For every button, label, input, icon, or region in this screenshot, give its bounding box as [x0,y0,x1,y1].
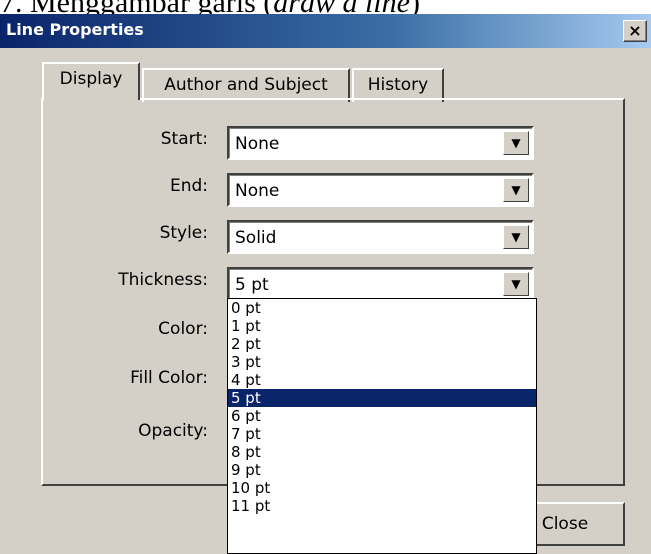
list-item[interactable]: 8 pt [228,443,536,461]
color-label: Color: [158,319,208,339]
start-select[interactable]: None ▼ [227,126,534,160]
tab-author-and-subject[interactable]: Author and Subject [142,68,350,102]
chevron-down-icon[interactable]: ▼ [503,131,529,155]
list-item-selected[interactable]: 5 pt [228,389,536,407]
thickness-select-value: 5 pt [235,275,269,295]
end-select[interactable]: None ▼ [227,173,534,207]
thickness-dropdown-list[interactable]: 0 pt 1 pt 2 pt 3 pt 4 pt 5 pt 6 pt 7 pt … [227,298,537,554]
style-select-value: Solid [235,228,277,248]
start-label: Start: [160,129,208,149]
list-item[interactable]: 4 pt [228,371,536,389]
end-label: End: [169,176,208,196]
tab-display[interactable]: Display [42,62,140,100]
chevron-down-icon[interactable]: ▼ [503,272,529,296]
thickness-select[interactable]: 5 pt ▼ [227,267,534,301]
list-item[interactable]: 11 pt [228,497,536,515]
start-select-value: None [235,134,280,154]
close-icon[interactable]: × [623,20,647,42]
tab-history[interactable]: History [352,68,444,102]
list-item[interactable]: 1 pt [228,317,536,335]
list-item[interactable]: 9 pt [228,461,536,479]
thickness-label: Thickness: [118,270,208,290]
end-select-value: None [235,181,280,201]
opacity-label: Opacity: [138,421,208,441]
list-item[interactable]: 6 pt [228,407,536,425]
style-label: Style: [159,223,208,243]
fill-color-label: Fill Color: [130,368,208,388]
chevron-down-icon[interactable]: ▼ [503,225,529,249]
chevron-down-icon[interactable]: ▼ [503,178,529,202]
list-item[interactable]: 3 pt [228,353,536,371]
list-item[interactable]: 7 pt [228,425,536,443]
title-bar[interactable]: Line Properties × [0,14,651,48]
style-select[interactable]: Solid ▼ [227,220,534,254]
list-item[interactable]: 0 pt [228,299,536,317]
list-item[interactable]: 2 pt [228,335,536,353]
list-item[interactable]: 10 pt [228,479,536,497]
dialog-title: Line Properties [6,20,144,39]
